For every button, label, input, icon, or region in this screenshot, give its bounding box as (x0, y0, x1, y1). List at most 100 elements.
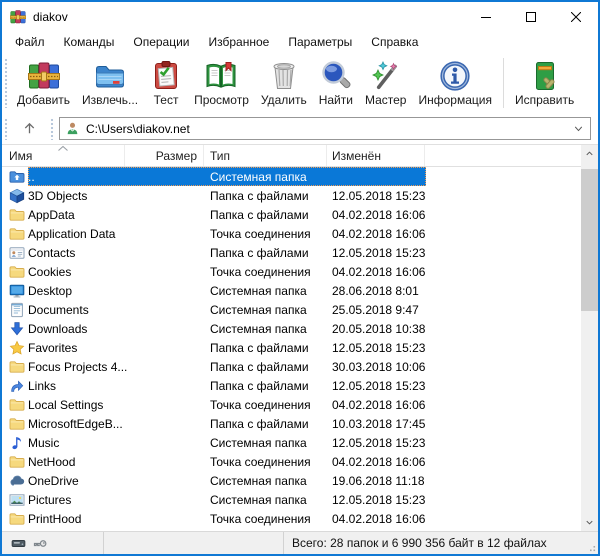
folder-icon (9, 207, 25, 223)
folder-icon (9, 454, 25, 470)
pictures-icon (9, 492, 25, 508)
wizard-wand-icon (370, 60, 402, 92)
file-row-printhood[interactable]: PrintHood Точка соединения 04.02.2018 16… (2, 509, 581, 528)
file-row-nethood[interactable]: NetHood Точка соединения 04.02.2018 16:0… (2, 452, 581, 471)
user-folder-icon (65, 121, 80, 136)
column-headers: Имя Размер Тип Изменён (2, 145, 598, 167)
file-row-cookies[interactable]: Cookies Точка соединения 04.02.2018 16:0… (2, 262, 581, 281)
file-row-favorites[interactable]: Favorites Папка с файлами 12.05.2018 15:… (2, 338, 581, 357)
file-row-desktop[interactable]: Desktop Системная папка 28.06.2018 8:01 (2, 281, 581, 300)
status-icons-cell (2, 532, 104, 554)
folder-up-icon (9, 169, 25, 185)
minimize-button[interactable] (463, 2, 508, 31)
up-one-level-button[interactable] (13, 116, 45, 141)
file-row-music[interactable]: Music Системная папка 12.05.2018 15:23 (2, 433, 581, 452)
addressbar-gripper-2[interactable] (50, 118, 54, 140)
toolbar-button-view[interactable]: Просмотр (188, 57, 255, 110)
status-total-cell: Всего: 28 папок и 6 990 356 байт в 12 фа… (284, 532, 598, 554)
toolbar-button-repair[interactable]: Исправить (509, 57, 580, 110)
view-book-icon (205, 60, 237, 92)
resize-grip[interactable] (586, 542, 596, 552)
folder-icon (9, 511, 25, 527)
menu-bar: Файл Команды Операции Избранное Параметр… (2, 31, 598, 53)
sort-ascending-icon (57, 145, 69, 152)
menu-item-commands[interactable]: Команды (61, 33, 118, 51)
menu-item-help[interactable]: Справка (368, 33, 421, 51)
file-row-application-data[interactable]: Application Data Точка соединения 04.02.… (2, 224, 581, 243)
column-header-modified[interactable]: Изменён (327, 145, 425, 166)
downloads-icon (9, 321, 25, 337)
key-icon[interactable] (33, 536, 48, 551)
menu-item-operations[interactable]: Операции (130, 33, 192, 51)
favorites-star-icon (9, 340, 25, 356)
column-header-type[interactable]: Тип (204, 145, 327, 166)
close-icon (571, 12, 581, 22)
column-header-size[interactable]: Размер (125, 145, 204, 166)
toolbar-button-info[interactable]: Информация (412, 57, 497, 110)
address-path: C:\Users\diakov.net (86, 122, 566, 136)
toolbar-button-find[interactable]: Найти (313, 57, 359, 110)
caption-buttons (463, 2, 598, 31)
close-button[interactable] (553, 2, 598, 31)
scroll-down-button[interactable] (581, 514, 598, 531)
music-note-icon (9, 435, 25, 451)
toolbar-button-wizard[interactable]: Мастер (359, 57, 413, 110)
column-header-filler (425, 145, 598, 166)
addressbar-gripper[interactable] (4, 118, 8, 140)
repair-book-icon (529, 60, 561, 92)
address-bar: C:\Users\diakov.net (2, 113, 598, 144)
file-row-contacts[interactable]: Contacts Папка с файлами 12.05.2018 15:2… (2, 243, 581, 262)
combo-dropdown-icon[interactable] (572, 122, 585, 135)
delete-trash-icon (268, 60, 300, 92)
winrar-books-icon (28, 60, 60, 92)
menu-item-file[interactable]: Файл (12, 33, 48, 51)
maximize-icon (526, 12, 536, 22)
menu-item-options[interactable]: Параметры (285, 33, 355, 51)
info-circle-icon (439, 60, 471, 92)
winrar-window: diakov Файл Команды Операции Избранное П… (0, 0, 600, 556)
file-row-documents[interactable]: Documents Системная папка 25.05.2018 9:4… (2, 300, 581, 319)
contacts-icon (9, 245, 25, 261)
menu-item-favorites[interactable]: Избранное (206, 33, 273, 51)
up-arrow-icon (22, 121, 37, 136)
file-row-microsoftedgeb[interactable]: MicrosoftEdgeB... Папка с файлами 10.03.… (2, 414, 581, 433)
column-header-name[interactable]: Имя (2, 145, 125, 166)
file-row-appdata[interactable]: AppData Папка с файлами 04.02.2018 16:06 (2, 205, 581, 224)
toolbar-button-test[interactable]: Тест (144, 57, 188, 110)
vertical-scrollbar[interactable] (581, 145, 598, 531)
scrollbar-thumb[interactable] (581, 169, 598, 311)
scroll-up-button[interactable] (581, 145, 598, 162)
totals-text: Всего: 28 папок и 6 990 356 байт в 12 фа… (292, 536, 547, 550)
file-row-onedrive[interactable]: OneDrive Системная папка 19.06.2018 11:1… (2, 471, 581, 490)
toolbar-button-delete[interactable]: Удалить (255, 57, 313, 110)
file-row-3d-objects[interactable]: 3D Objects Папка с файлами 12.05.2018 15… (2, 186, 581, 205)
file-row-pictures[interactable]: Pictures Системная папка 12.05.2018 15:2… (2, 490, 581, 509)
links-arrow-icon (9, 378, 25, 394)
file-rows: .. Системная папка 3D Objects Папка с фа… (2, 167, 581, 531)
address-combobox[interactable]: C:\Users\diakov.net (59, 117, 591, 140)
folder-icon (9, 264, 25, 280)
file-row-local-settings[interactable]: Local Settings Точка соединения 04.02.20… (2, 395, 581, 414)
window-title: diakov (33, 10, 463, 24)
file-row-downloads[interactable]: Downloads Системная папка 20.05.2018 10:… (2, 319, 581, 338)
extract-folder-icon (94, 60, 126, 92)
status-bar: Всего: 28 папок и 6 990 356 байт в 12 фа… (2, 531, 598, 554)
onedrive-cloud-icon (9, 473, 25, 489)
file-row-links[interactable]: Links Папка с файлами 12.05.2018 15:23 (2, 376, 581, 395)
file-row-focus-projects-4[interactable]: Focus Projects 4... Папка с файлами 30.0… (2, 357, 581, 376)
toolbar-button-extract[interactable]: Извлечь... (76, 57, 144, 110)
toolbar-separator (503, 58, 504, 108)
maximize-button[interactable] (508, 2, 553, 31)
toolbar-button-add[interactable]: Добавить (11, 57, 76, 110)
cube-3d-icon (9, 188, 25, 204)
minimize-icon (481, 12, 491, 22)
toolbar-gripper[interactable] (4, 58, 8, 108)
status-middle-cell (104, 532, 284, 554)
toolbar: Добавить Извлечь... Тест Просмотр Удалит… (2, 53, 598, 113)
find-magnifier-icon (320, 60, 352, 92)
test-clipboard-icon (150, 60, 182, 92)
drive-icon[interactable] (11, 536, 26, 551)
winrar-app-icon (10, 9, 26, 25)
title-bar[interactable]: diakov (2, 2, 598, 31)
file-row-up[interactable]: .. Системная папка (2, 167, 581, 186)
